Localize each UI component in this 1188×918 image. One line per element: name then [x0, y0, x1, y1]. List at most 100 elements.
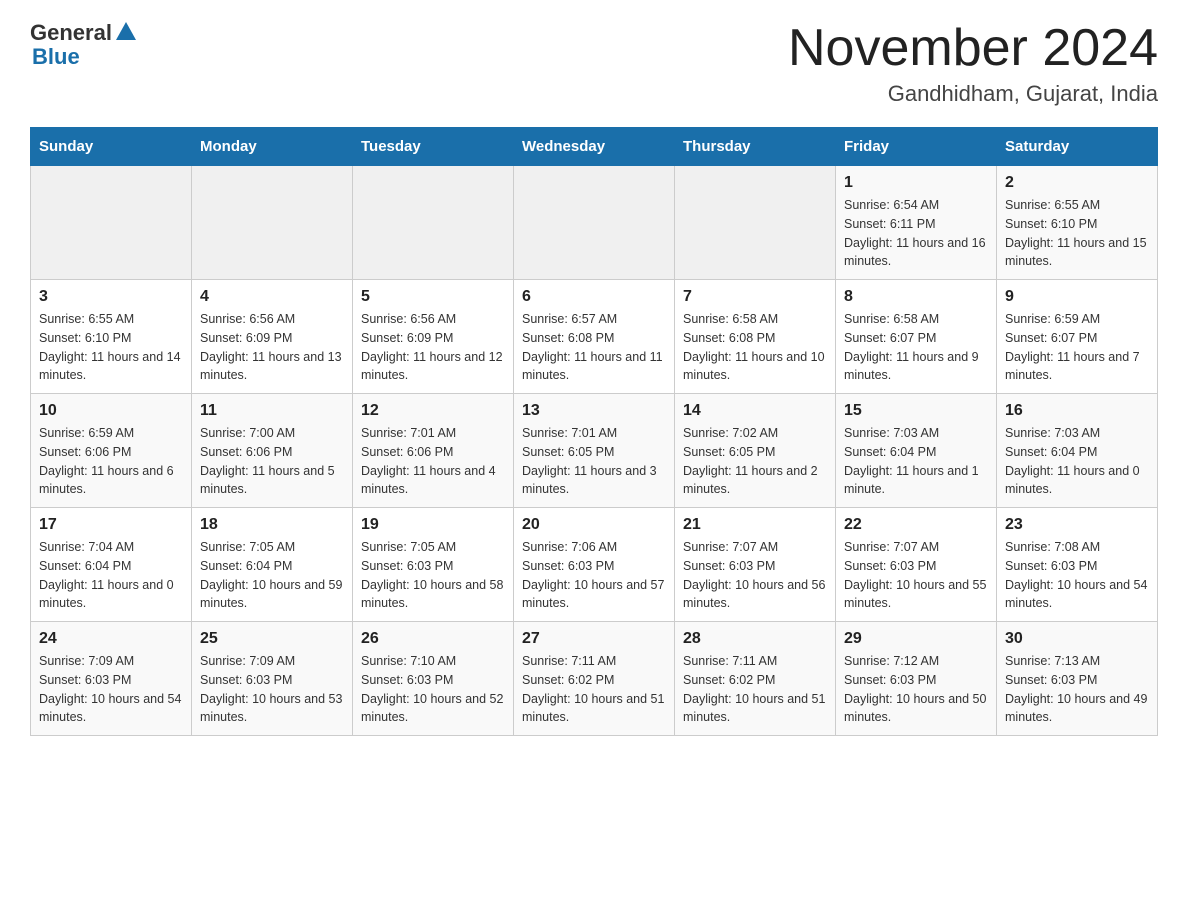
- logo: General Blue: [30, 20, 136, 70]
- day-info: Sunrise: 7:03 AM Sunset: 6:04 PM Dayligh…: [1005, 424, 1149, 499]
- calendar-cell: 13Sunrise: 7:01 AM Sunset: 6:05 PM Dayli…: [514, 394, 675, 508]
- day-number: 17: [39, 516, 183, 534]
- day-info: Sunrise: 7:13 AM Sunset: 6:03 PM Dayligh…: [1005, 652, 1149, 727]
- day-info: Sunrise: 6:59 AM Sunset: 6:07 PM Dayligh…: [1005, 310, 1149, 385]
- calendar-cell: 5 Sunrise: 6:56 AM Sunset: 6:09 PM Daylig…: [353, 280, 514, 394]
- day-number: 24: [39, 630, 183, 648]
- day-number: 30: [1005, 630, 1149, 648]
- day-number: 15: [844, 402, 988, 420]
- calendar-cell: 11Sunrise: 7:00 AM Sunset: 6:06 PM Dayli…: [192, 394, 353, 508]
- calendar-cell: 18 Sunrise: 7:05 AM Sunset: 6:04 PM Dayli…: [192, 508, 353, 622]
- weekday-header-row: SundayMondayTuesdayWednesdayThursdayFrid…: [31, 128, 1158, 166]
- day-info: Sunrise: 6:56 AM Sunset: 6:09 PM Dayligh…: [200, 310, 344, 385]
- day-number: 4: [200, 288, 344, 306]
- day-info: Sunrise: 6:57 AM Sunset: 6:08 PM Dayligh…: [522, 310, 666, 385]
- calendar-cell: 4 Sunrise: 6:56 AM Sunset: 6:09 PM Daylig…: [192, 280, 353, 394]
- page-header: General Blue November 2024 Gandhidham, G…: [30, 20, 1158, 107]
- calendar-cell: 8 Sunrise: 6:58 AM Sunset: 6:07 PM Daylig…: [836, 280, 997, 394]
- day-number: 6: [522, 288, 666, 306]
- calendar-cell: 26 Sunrise: 7:10 AM Sunset: 6:03 PM Dayli…: [353, 622, 514, 736]
- calendar-cell: [31, 166, 192, 280]
- day-number: 23: [1005, 516, 1149, 534]
- calendar-cell: 17 Sunrise: 7:04 AM Sunset: 6:04 PM Dayli…: [31, 508, 192, 622]
- day-info: Sunrise: 7:11 AM Sunset: 6:02 PM Dayligh…: [683, 652, 827, 727]
- calendar-cell: 24 Sunrise: 7:09 AM Sunset: 6:03 PM Dayli…: [31, 622, 192, 736]
- calendar-cell: 15 Sunrise: 7:03 AM Sunset: 6:04 PM Dayli…: [836, 394, 997, 508]
- day-info: Sunrise: 7:08 AM Sunset: 6:03 PM Dayligh…: [1005, 538, 1149, 613]
- calendar-week-row: 17 Sunrise: 7:04 AM Sunset: 6:04 PM Dayli…: [31, 508, 1158, 622]
- day-number: 5: [361, 288, 505, 306]
- day-info: Sunrise: 7:02 AM Sunset: 6:05 PM Dayligh…: [683, 424, 827, 499]
- weekday-header-friday: Friday: [836, 128, 997, 166]
- calendar-cell: 6 Sunrise: 6:57 AM Sunset: 6:08 PM Daylig…: [514, 280, 675, 394]
- calendar-cell: 9 Sunrise: 6:59 AM Sunset: 6:07 PM Daylig…: [997, 280, 1158, 394]
- day-info: Sunrise: 6:58 AM Sunset: 6:08 PM Dayligh…: [683, 310, 827, 385]
- calendar-cell: 23 Sunrise: 7:08 AM Sunset: 6:03 PM Dayli…: [997, 508, 1158, 622]
- day-info: Sunrise: 7:03 AM Sunset: 6:04 PM Dayligh…: [844, 424, 988, 499]
- day-info: Sunrise: 6:58 AM Sunset: 6:07 PM Dayligh…: [844, 310, 988, 385]
- calendar-cell: 16 Sunrise: 7:03 AM Sunset: 6:04 PM Dayli…: [997, 394, 1158, 508]
- calendar-cell: 14 Sunrise: 7:02 AM Sunset: 6:05 PM Dayli…: [675, 394, 836, 508]
- day-number: 10: [39, 402, 183, 420]
- calendar-cell: 30 Sunrise: 7:13 AM Sunset: 6:03 PM Dayli…: [997, 622, 1158, 736]
- calendar-body: 1Sunrise: 6:54 AM Sunset: 6:11 PM Daylig…: [31, 166, 1158, 736]
- day-number: 12: [361, 402, 505, 420]
- day-info: Sunrise: 7:10 AM Sunset: 6:03 PM Dayligh…: [361, 652, 505, 727]
- calendar-cell: 12 Sunrise: 7:01 AM Sunset: 6:06 PM Dayli…: [353, 394, 514, 508]
- day-info: Sunrise: 7:06 AM Sunset: 6:03 PM Dayligh…: [522, 538, 666, 613]
- calendar-cell: 25 Sunrise: 7:09 AM Sunset: 6:03 PM Dayli…: [192, 622, 353, 736]
- day-info: Sunrise: 7:07 AM Sunset: 6:03 PM Dayligh…: [844, 538, 988, 613]
- day-info: Sunrise: 7:09 AM Sunset: 6:03 PM Dayligh…: [39, 652, 183, 727]
- day-number: 29: [844, 630, 988, 648]
- calendar-week-row: 24 Sunrise: 7:09 AM Sunset: 6:03 PM Dayli…: [31, 622, 1158, 736]
- day-number: 3: [39, 288, 183, 306]
- day-info: Sunrise: 7:09 AM Sunset: 6:03 PM Dayligh…: [200, 652, 344, 727]
- day-info: Sunrise: 6:59 AM Sunset: 6:06 PM Dayligh…: [39, 424, 183, 499]
- weekday-header-monday: Monday: [192, 128, 353, 166]
- calendar-cell: 21 Sunrise: 7:07 AM Sunset: 6:03 PM Dayli…: [675, 508, 836, 622]
- calendar-cell: 7 Sunrise: 6:58 AM Sunset: 6:08 PM Daylig…: [675, 280, 836, 394]
- day-number: 2: [1005, 174, 1149, 192]
- calendar-cell: 1Sunrise: 6:54 AM Sunset: 6:11 PM Daylig…: [836, 166, 997, 280]
- calendar-cell: 10 Sunrise: 6:59 AM Sunset: 6:06 PM Dayli…: [31, 394, 192, 508]
- calendar-cell: 3 Sunrise: 6:55 AM Sunset: 6:10 PM Daylig…: [31, 280, 192, 394]
- title-section: November 2024 Gandhidham, Gujarat, India: [788, 20, 1158, 107]
- calendar-cell: [353, 166, 514, 280]
- calendar-cell: 2 Sunrise: 6:55 AM Sunset: 6:10 PM Daylig…: [997, 166, 1158, 280]
- day-info: Sunrise: 7:12 AM Sunset: 6:03 PM Dayligh…: [844, 652, 988, 727]
- day-info: Sunrise: 7:05 AM Sunset: 6:04 PM Dayligh…: [200, 538, 344, 613]
- calendar-cell: 28Sunrise: 7:11 AM Sunset: 6:02 PM Dayli…: [675, 622, 836, 736]
- weekday-header-sunday: Sunday: [31, 128, 192, 166]
- day-number: 13: [522, 402, 666, 420]
- day-number: 19: [361, 516, 505, 534]
- day-number: 18: [200, 516, 344, 534]
- day-number: 7: [683, 288, 827, 306]
- day-number: 11: [200, 402, 344, 420]
- weekday-header-saturday: Saturday: [997, 128, 1158, 166]
- day-number: 22: [844, 516, 988, 534]
- calendar-cell: [514, 166, 675, 280]
- calendar-table: SundayMondayTuesdayWednesdayThursdayFrid…: [30, 127, 1158, 736]
- day-info: Sunrise: 7:07 AM Sunset: 6:03 PM Dayligh…: [683, 538, 827, 613]
- day-info: Sunrise: 7:01 AM Sunset: 6:06 PM Dayligh…: [361, 424, 505, 499]
- day-number: 27: [522, 630, 666, 648]
- logo-blue-text: Blue: [32, 44, 80, 70]
- calendar-cell: 27Sunrise: 7:11 AM Sunset: 6:02 PM Dayli…: [514, 622, 675, 736]
- day-number: 16: [1005, 402, 1149, 420]
- month-title: November 2024: [788, 20, 1158, 77]
- day-info: Sunrise: 7:04 AM Sunset: 6:04 PM Dayligh…: [39, 538, 183, 613]
- calendar-cell: [675, 166, 836, 280]
- day-info: Sunrise: 6:55 AM Sunset: 6:10 PM Dayligh…: [1005, 196, 1149, 271]
- day-number: 9: [1005, 288, 1149, 306]
- weekday-header-thursday: Thursday: [675, 128, 836, 166]
- day-number: 25: [200, 630, 344, 648]
- day-number: 8: [844, 288, 988, 306]
- day-number: 21: [683, 516, 827, 534]
- day-info: Sunrise: 6:56 AM Sunset: 6:09 PM Dayligh…: [361, 310, 505, 385]
- day-number: 26: [361, 630, 505, 648]
- calendar-cell: 20Sunrise: 7:06 AM Sunset: 6:03 PM Dayli…: [514, 508, 675, 622]
- day-info: Sunrise: 6:55 AM Sunset: 6:10 PM Dayligh…: [39, 310, 183, 385]
- calendar-header: SundayMondayTuesdayWednesdayThursdayFrid…: [31, 128, 1158, 166]
- day-number: 14: [683, 402, 827, 420]
- calendar-week-row: 1Sunrise: 6:54 AM Sunset: 6:11 PM Daylig…: [31, 166, 1158, 280]
